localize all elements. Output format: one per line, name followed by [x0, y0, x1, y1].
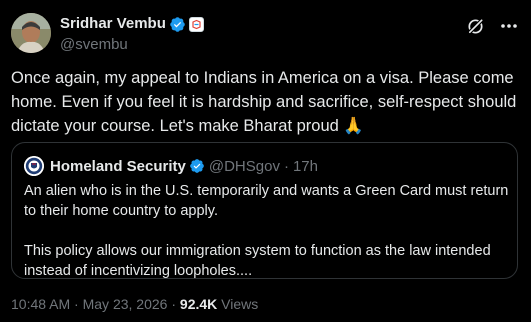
quoted-tweet-text: An alien who is in the U.S. temporarily … [24, 181, 514, 281]
grok-icon[interactable] [465, 16, 485, 36]
views-count[interactable]: 92.4K [180, 296, 217, 312]
tweet-actions [465, 16, 519, 36]
quoted-tweet-card[interactable]: Homeland Security @DHSgov · 17h An alien… [11, 142, 518, 279]
quoted-verified-badge-icon [189, 158, 205, 174]
profile-avatar[interactable] [11, 13, 51, 53]
more-options-icon[interactable] [499, 16, 519, 36]
author-display-name[interactable]: Sridhar Vembu [60, 15, 166, 33]
quoted-handle[interactable]: @DHSgov [209, 158, 280, 175]
meta-separator-2: · [167, 296, 180, 312]
tweet: Sridhar Vembu @svembu Once again, my app… [0, 0, 531, 322]
quoted-paragraph-1: An alien who is in the U.S. temporarily … [24, 183, 509, 219]
quoted-timestamp[interactable]: 17h [293, 158, 318, 175]
tweet-time[interactable]: 10:48 AM [11, 296, 70, 312]
tweet-text: Once again, my appeal to Indians in Amer… [11, 69, 517, 135]
verified-badge-icon [169, 16, 186, 33]
company-affiliation-badge-icon[interactable] [188, 16, 204, 32]
avatar-image [11, 13, 51, 53]
dhs-seal-avatar[interactable] [24, 156, 44, 176]
meta-separator-1: · [70, 296, 83, 312]
tweet-date[interactable]: May 23, 2026 [83, 296, 168, 312]
quoted-display-name[interactable]: Homeland Security [50, 158, 186, 175]
quoted-paragraph-2: This policy allows our immigration syste… [24, 243, 491, 279]
author-handle[interactable]: @svembu [60, 36, 204, 54]
views-label: Views [217, 296, 259, 312]
tweet-meta: 10:48 AM · May 23, 2026 · 92.4K Views [11, 295, 258, 313]
quoted-separator: · [283, 157, 289, 175]
author-block: Sridhar Vembu @svembu [60, 15, 204, 54]
quoted-tweet-header: Homeland Security @DHSgov · 17h [24, 156, 318, 176]
